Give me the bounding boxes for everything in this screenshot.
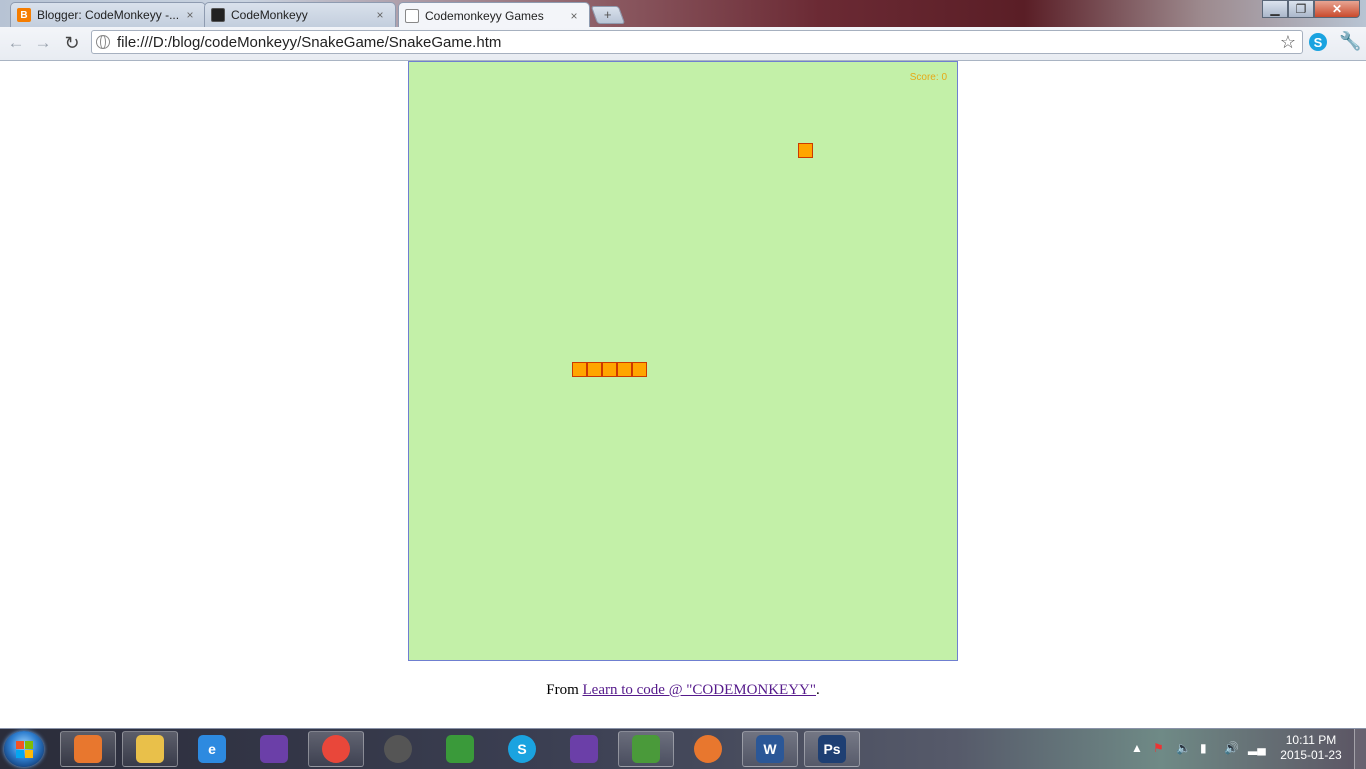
tab-close-icon[interactable]: × [183,8,197,22]
windows-flag-yellow [25,750,33,758]
media-player-icon [74,735,102,763]
volume-mute-icon[interactable]: 🔈 [1176,741,1191,755]
taskbar-app-button[interactable]: W [742,731,798,767]
reload-icon: ↻ [64,32,80,53]
footer-prefix: From [546,682,583,698]
taskbar-app-button[interactable] [122,731,178,767]
windows-flag-red [16,741,24,749]
forward-button[interactable]: → [33,33,53,53]
arrow-left-icon: ← [7,33,25,52]
internet-explorer-icon: e [198,735,226,763]
explorer-icon [136,735,164,763]
device-icon[interactable]: ▮ [1200,741,1207,755]
browser-toolbar: ← → ↻ file:///D:/blog/codeMonkeyy/SnakeG… [0,27,1366,61]
address-bar[interactable]: file:///D:/blog/codeMonkeyy/SnakeGame/Sn… [91,30,1303,54]
taskbar-app-button[interactable] [308,731,364,767]
taskbar-app-button[interactable] [60,731,116,767]
skype-extension-icon[interactable]: S [1309,33,1327,51]
score-display: Score: 0 [910,72,947,83]
tab-label: Blogger: CodeMonkeyy -... [37,8,180,22]
new-tab-button[interactable]: + [590,6,626,24]
snake-segment [572,362,587,377]
snake-segment [632,362,647,377]
minimize-icon: ▁ [1270,2,1280,16]
tab-codemonkeyy[interactable]: CodeMonkeyy × [204,2,396,27]
wrench-icon[interactable]: 🔧 [1339,31,1361,52]
browser-title-bar: B Blogger: CodeMonkeyy -... × CodeMonkey… [0,0,1366,28]
food-pellet [798,143,813,158]
arrow-right-icon: → [34,33,52,52]
codemonkeyy-link[interactable]: Learn to code @ "CODEMONKEYY" [583,682,817,698]
tray-expand-icon[interactable]: ▲ [1131,741,1143,755]
taskbar-app-button[interactable] [246,731,302,767]
monkey-icon [211,8,225,22]
footer-suffix: . [816,682,820,698]
skype-icon: S [508,735,536,763]
clock-time: 10:11 PM [1285,733,1337,747]
tab-label: Codemonkeyy Games [425,8,544,23]
page-icon [405,8,419,23]
snake-segment [602,362,617,377]
show-desktop-button[interactable] [1354,729,1366,769]
action-center-icon[interactable]: ⚑ [1153,741,1164,755]
taskbar-app-button[interactable]: Ps [804,731,860,767]
footer-credit: From Learn to code @ "CODEMONKEYY". [0,682,1366,699]
start-button[interactable] [4,731,44,767]
clock-date: 2015-01-23 [1280,748,1342,762]
chrome-icon [322,735,350,763]
windows-logo-icon [446,735,474,763]
windows-taskbar: e S W Ps ▲ ⚑ 🔈 ▮ 🔊 ▂▄ 10:11 PM 2015-01-23 [0,728,1366,769]
blogger-icon: B [17,8,31,22]
system-clock[interactable]: 10:11 PM 2015-01-23 [1276,733,1346,763]
visual-studio-icon [260,735,288,763]
tab-close-icon[interactable]: × [567,9,581,23]
minimize-button[interactable]: ▁ [1262,0,1288,18]
taskbar-app-button[interactable]: S [494,731,550,767]
score-label: Score: [909,72,939,83]
tab-blogger[interactable]: B Blogger: CodeMonkeyy -... × [10,2,206,27]
taskbar-app-button[interactable] [370,731,426,767]
plus-icon: + [604,7,612,22]
dreamweaver-icon [632,735,660,763]
network-icon[interactable]: ▂▄ [1248,741,1266,755]
globe-icon [96,35,110,49]
taskbar-app-button[interactable] [680,731,736,767]
snake-game-canvas[interactable]: Score: 0 [408,61,958,661]
maximize-icon: ❐ [1295,2,1307,16]
photoshop-icon: Ps [818,735,846,763]
word-icon: W [756,735,784,763]
close-icon: ✕ [1331,2,1343,16]
bookmark-star-icon[interactable]: ☆ [1280,32,1296,53]
snake-segment [587,362,602,377]
windows-flag-green [25,741,33,749]
back-button[interactable]: ← [6,33,26,53]
reload-button[interactable]: ↻ [62,33,82,53]
url-text[interactable]: file:///D:/blog/codeMonkeyy/SnakeGame/Sn… [117,34,501,51]
maximize-button[interactable]: ❐ [1288,0,1314,18]
firefox-icon [694,735,722,763]
close-window-button[interactable]: ✕ [1314,0,1360,18]
taskbar-app-button[interactable]: e [184,731,240,767]
taskbar-app-button[interactable] [556,731,612,767]
snake-segment [617,362,632,377]
speaker-icon[interactable]: 🔊 [1224,741,1239,755]
visual-studio-2-icon [570,735,598,763]
score-value: 0 [941,72,947,83]
taskbar-app-button[interactable] [618,731,674,767]
tab-close-icon[interactable]: × [373,8,387,22]
recorder-icon [384,735,412,763]
tab-label: CodeMonkeyy [231,8,308,22]
tab-codemonkeyy-games[interactable]: Codemonkeyy Games × [398,2,590,28]
taskbar-app-button[interactable] [432,731,488,767]
windows-flag-blue [16,750,24,758]
